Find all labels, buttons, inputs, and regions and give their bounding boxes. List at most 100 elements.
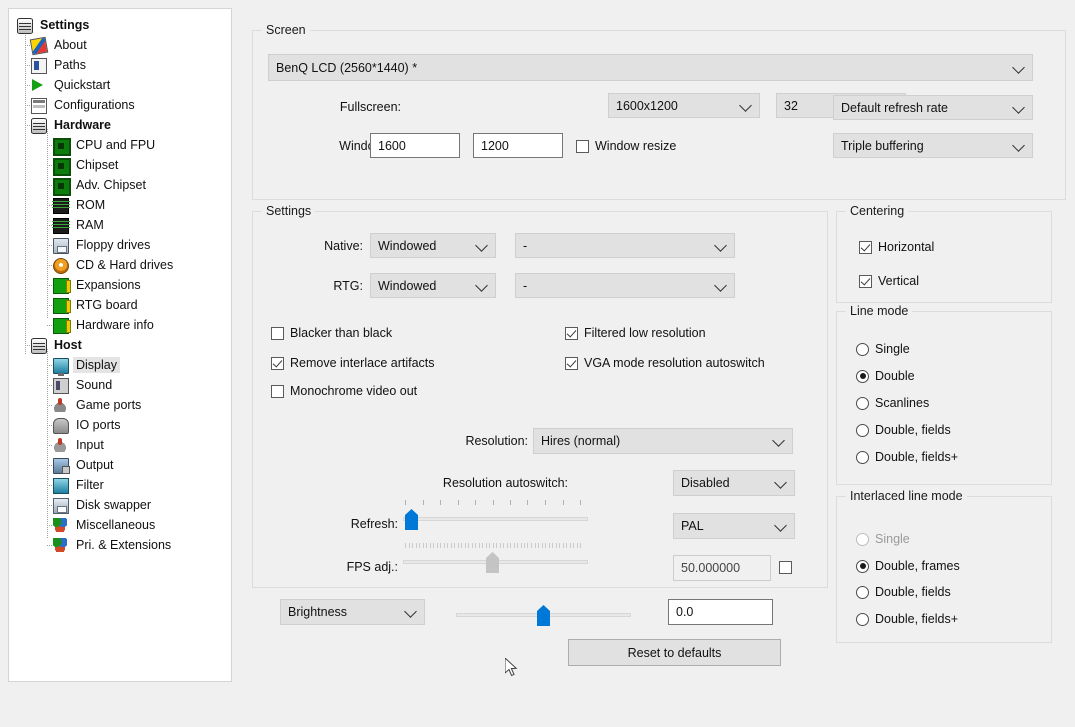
slider-tick: [580, 543, 581, 548]
sidebar-item-hardware[interactable]: Hardware: [9, 115, 231, 135]
sidebar-item-label: Expansions: [76, 278, 141, 292]
monitor-icon: [53, 357, 69, 376]
sound-icon: [53, 377, 69, 394]
sidebar-item-input[interactable]: Input: [9, 435, 231, 455]
sidebar-item-quickstart[interactable]: Quickstart: [9, 75, 231, 95]
sidebar-item-hardware-info[interactable]: Hardware info: [9, 315, 231, 335]
sidebar-item-adv-chipset[interactable]: Adv. Chipset: [9, 175, 231, 196]
sidebar-item-configurations[interactable]: Configurations: [9, 95, 231, 115]
dialog-button-bar: Reset Quit Start Cancel Help: [0, 686, 1075, 727]
floppy-icon: [53, 237, 69, 254]
resolution-combo[interactable]: Hires (normal): [533, 428, 793, 454]
resolution-autoswitch-combo[interactable]: Disabled: [673, 470, 795, 496]
filtered-low-resolution-checkbox[interactable]: Filtered low resolution: [565, 326, 706, 340]
slider-tick: [409, 543, 410, 548]
sidebar-item-cd-hard-drives[interactable]: CD & Hard drives: [9, 255, 231, 275]
sidebar-item-rtg-board[interactable]: RTG board: [9, 295, 231, 315]
sidebar-item-cpu-and-fpu[interactable]: CPU and FPU: [9, 135, 231, 156]
native-mode-combo[interactable]: Windowed: [370, 233, 496, 258]
blacker-than-black-checkbox[interactable]: Blacker than black: [271, 326, 392, 340]
buffering-combo[interactable]: Triple buffering: [833, 133, 1033, 158]
tree-guide: [47, 485, 53, 486]
slider-tick: [493, 543, 494, 548]
sidebar-item-expansions[interactable]: Expansions: [9, 275, 231, 295]
filtered-low-resolution-label: Filtered low resolution: [584, 326, 706, 340]
display-settings-panel: Screen BenQ LCD (2560*1440) * Fullscreen…: [238, 8, 1068, 680]
sidebar-item-ram[interactable]: RAM: [9, 215, 231, 235]
slider-thumb[interactable]: [405, 509, 418, 530]
remove-interlace-artifacts-checkbox[interactable]: Remove interlace artifacts: [271, 356, 435, 370]
sidebar-item-chipset[interactable]: Chipset: [9, 155, 231, 176]
sidebar-item-disk-swapper[interactable]: Disk swapper: [9, 495, 231, 515]
slider-thumb[interactable]: [537, 605, 550, 626]
tree-guide: [47, 525, 53, 526]
fps-adj-slider[interactable]: [403, 543, 588, 575]
vga-mode-resolution-autoswitch-checkbox[interactable]: VGA mode resolution autoswitch: [565, 356, 765, 370]
line-mode-double-fields-radio[interactable]: Double, fields: [856, 423, 951, 437]
reset-to-defaults-button[interactable]: Reset to defaults: [568, 639, 781, 666]
windowed-width-input[interactable]: 1600: [370, 133, 460, 158]
centering-horizontal-checkbox[interactable]: Horizontal: [859, 240, 934, 254]
slider-tick: [510, 543, 511, 548]
display-device-combo[interactable]: BenQ LCD (2560*1440) *: [268, 54, 1033, 81]
sidebar-item-io-ports[interactable]: IO ports: [9, 415, 231, 435]
sidebar-item-pri-extensions[interactable]: Pri. & Extensions: [9, 535, 231, 555]
rtg-mode-combo[interactable]: Windowed: [370, 273, 496, 298]
sidebar-item-rom[interactable]: ROM: [9, 195, 231, 215]
adjust-value-input[interactable]: 0.0: [668, 599, 773, 625]
centering-vertical-checkbox[interactable]: Vertical: [859, 274, 919, 288]
disk-swapper-icon: [53, 497, 69, 514]
interlaced-single-radio[interactable]: Single: [856, 532, 910, 546]
radio-circle: [856, 612, 869, 626]
line-mode-scanlines-radio[interactable]: Scanlines: [856, 396, 929, 410]
settings-tree[interactable]: Settings About Paths Quickstart Configuratio…: [9, 9, 231, 555]
sidebar-item-filter[interactable]: Filter: [9, 475, 231, 495]
video-standard-value: PAL: [681, 519, 704, 533]
centering-horizontal-label: Horizontal: [878, 240, 935, 254]
line-mode-double-radio[interactable]: Double: [856, 369, 915, 383]
monochrome-video-out-checkbox[interactable]: Monochrome video out: [271, 384, 417, 398]
window-resize-checkbox[interactable]: Window resize: [576, 139, 676, 153]
sidebar-item-miscellaneous[interactable]: Miscellaneous: [9, 515, 231, 535]
windowed-height-input[interactable]: 1200: [473, 133, 563, 158]
sidebar-item-floppy-drives[interactable]: Floppy drives: [9, 235, 231, 255]
interlaced-double-frames-radio[interactable]: Double, frames: [856, 559, 960, 573]
cd-icon: [53, 257, 69, 274]
line-mode-double-fields-plus-radio[interactable]: Double, fields+: [856, 450, 958, 464]
video-standard-combo[interactable]: PAL: [673, 513, 795, 539]
fps-adj-enable-checkbox[interactable]: [779, 561, 792, 574]
slider-thumb[interactable]: [486, 552, 499, 573]
expansion-icon: [53, 317, 71, 334]
tree-guide: [47, 405, 53, 406]
line-mode-double-label: Double: [875, 369, 915, 383]
interlaced-double-fields-plus-radio[interactable]: Double, fields+: [856, 612, 958, 626]
sidebar-item-output[interactable]: Output: [9, 455, 231, 475]
fps-value-input[interactable]: 50.000000: [673, 555, 771, 581]
refresh-slider[interactable]: [403, 500, 588, 532]
radio-circle: [856, 450, 869, 464]
window-resize-label: Window resize: [595, 139, 677, 153]
adjust-parameter-combo[interactable]: Brightness: [280, 599, 425, 625]
sidebar-item-sound[interactable]: Sound: [9, 375, 231, 395]
interlaced-double-fields-radio[interactable]: Double, fields: [856, 585, 951, 599]
slider-tick: [444, 543, 445, 548]
sidebar-item-host[interactable]: Host: [9, 335, 231, 355]
miscellaneous-icon: [53, 537, 69, 553]
fullscreen-resolution-combo[interactable]: 1600x1200: [608, 93, 760, 118]
sidebar-item-display[interactable]: Display: [9, 355, 231, 376]
sidebar-item-paths[interactable]: Paths: [9, 55, 231, 75]
blacker-than-black-label: Blacker than black: [290, 326, 393, 340]
line-mode-single-radio[interactable]: Single: [856, 342, 910, 356]
sidebar-item-about[interactable]: About: [9, 35, 231, 56]
rtg-extra-combo[interactable]: -: [515, 273, 735, 298]
native-extra-combo[interactable]: -: [515, 233, 735, 258]
adjust-slider[interactable]: [456, 604, 631, 628]
settings-tree-panel[interactable]: Settings About Paths Quickstart Configuratio…: [8, 8, 232, 682]
adjust-value: 0.0: [676, 605, 694, 619]
sidebar-item-game-ports[interactable]: Game ports: [9, 395, 231, 415]
chevron-down-icon: [475, 238, 488, 252]
refresh-rate-combo[interactable]: Default refresh rate: [833, 95, 1033, 120]
refresh-rate-value: Default refresh rate: [841, 100, 948, 115]
sidebar-item-settings[interactable]: Settings: [9, 15, 231, 35]
slider-tick: [416, 543, 417, 548]
